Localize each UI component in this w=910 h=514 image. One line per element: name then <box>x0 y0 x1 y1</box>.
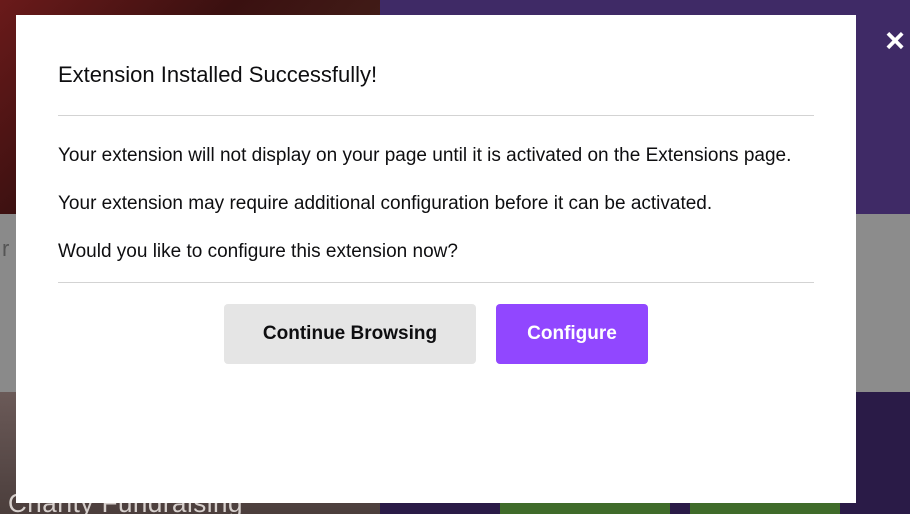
continue-browsing-button[interactable]: Continue Browsing <box>224 304 476 364</box>
modal-title: Extension Installed Successfully! <box>58 15 814 116</box>
close-icon[interactable]: × <box>880 24 910 58</box>
modal-paragraph: Your extension will not display on your … <box>58 145 792 166</box>
modal-paragraph: Would you like to configure this extensi… <box>58 241 458 262</box>
modal-actions: Continue Browsing Configure <box>58 283 814 364</box>
modal-body: Your extension will not display on your … <box>58 116 814 268</box>
modal-paragraph: Your extension may require additional co… <box>58 193 713 214</box>
extension-installed-modal: Extension Installed Successfully! Your e… <box>16 15 856 503</box>
background-text: r <box>2 236 10 261</box>
configure-button[interactable]: Configure <box>496 304 648 364</box>
